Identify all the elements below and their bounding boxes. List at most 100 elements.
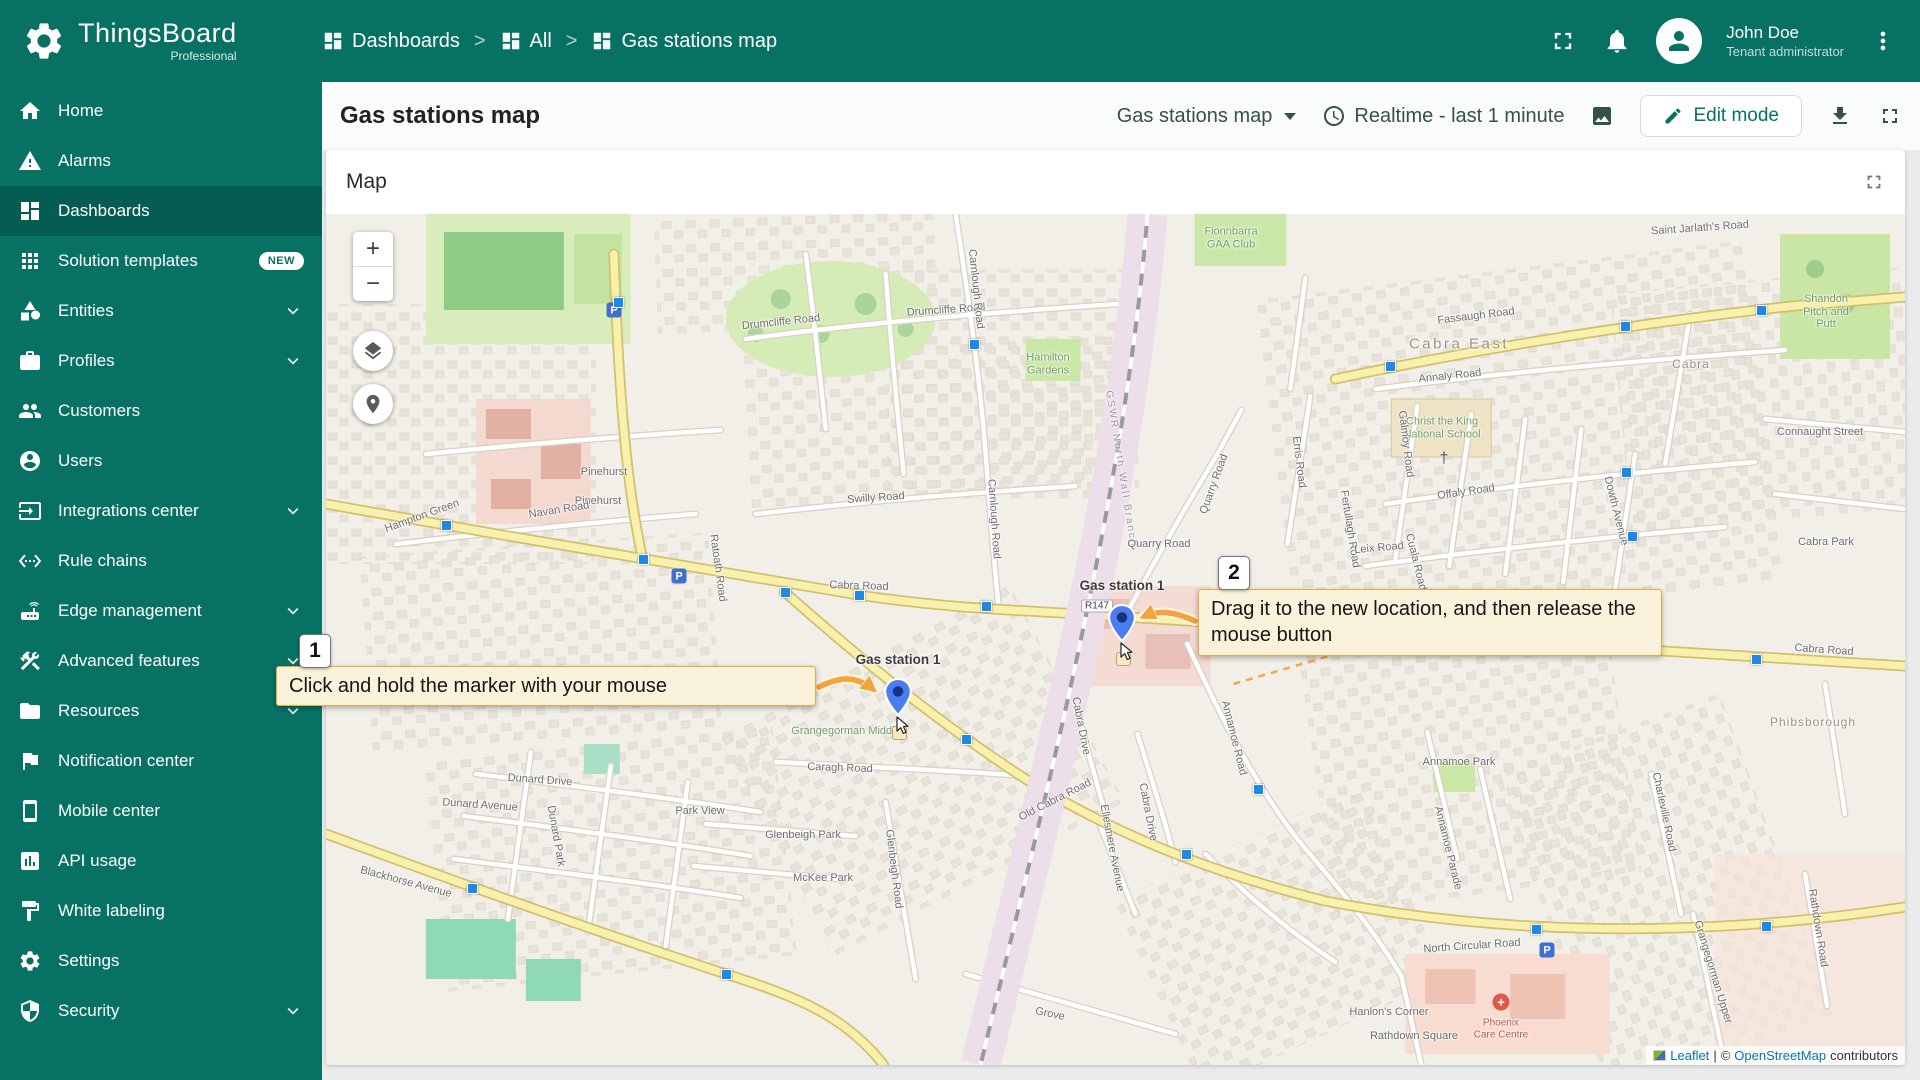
map-vertex-handle[interactable] <box>1180 848 1192 860</box>
sidebar-item-profiles[interactable]: Profiles <box>0 336 322 386</box>
clock-icon <box>1324 106 1345 126</box>
fullscreen-button[interactable] <box>1548 26 1578 56</box>
image-icon <box>1593 107 1612 125</box>
map-vertex-handle[interactable] <box>1626 530 1638 542</box>
new-badge: NEW <box>258 252 304 270</box>
tutorial-step-2-text: Drag it to the new location, and then re… <box>1198 589 1662 656</box>
breadcrumb-label: All <box>529 29 552 52</box>
breadcrumb-item-all[interactable]: All <box>500 30 552 53</box>
map-vertex-handle[interactable] <box>612 296 624 308</box>
map-vertex-handle[interactable] <box>1530 923 1542 935</box>
widget-fullscreen-icon[interactable] <box>1863 171 1885 193</box>
page-title: Gas stations map <box>340 102 541 129</box>
map-vertex-handle[interactable] <box>1384 360 1396 372</box>
map-vertex-handle[interactable] <box>1760 920 1772 932</box>
map-vertex-handle[interactable] <box>1619 320 1631 332</box>
sidebar-item-advanced-features[interactable]: Advanced features <box>0 636 322 686</box>
map-pin-icon <box>366 394 380 414</box>
map-vertex-handle[interactable] <box>720 968 732 980</box>
osm-link[interactable]: OpenStreetMap <box>1734 1048 1826 1063</box>
sidebar-item-alarms[interactable]: Alarms <box>0 136 322 186</box>
dropdown-caret-icon <box>1284 112 1297 120</box>
app-edition: Professional <box>170 49 237 63</box>
attribution-suffix: contributors <box>1830 1048 1898 1063</box>
user-menu[interactable]: John Doe Tenant administrator <box>1726 22 1844 60</box>
map-vertex-handle[interactable] <box>853 589 865 601</box>
sidebar-item-home[interactable]: Home <box>0 86 322 136</box>
widget-title: Map <box>346 170 387 193</box>
sidebar-item-security[interactable]: Security <box>0 986 322 1036</box>
sidebar-item-label: Advanced features <box>58 651 200 670</box>
map-vertex-handle[interactable] <box>1620 466 1632 478</box>
map-vertex-handle[interactable] <box>968 338 980 350</box>
sidebar-item-label: API usage <box>58 851 137 870</box>
drag-cursor-icon <box>1120 642 1133 661</box>
sidebar-item-settings[interactable]: Settings <box>0 936 322 986</box>
sidebar-item-solution-templates[interactable]: Solution templates NEW <box>0 236 322 286</box>
notification-icon <box>23 753 38 770</box>
map-vertex-handle[interactable] <box>960 733 972 745</box>
more-menu-button[interactable] <box>1868 26 1898 56</box>
sidebar-item-users[interactable]: Users <box>0 436 322 486</box>
map-vertex-handle[interactable] <box>440 519 452 531</box>
sidebar-item-api-usage[interactable]: API usage <box>0 836 322 886</box>
sidebar-item-rule-chains[interactable]: Rule chains <box>0 536 322 586</box>
sidebar-item-label: Home <box>58 101 104 120</box>
zoom-in-button[interactable]: + <box>353 232 393 266</box>
whitelabel-icon <box>22 901 39 921</box>
map-vertex-handle[interactable] <box>637 553 649 565</box>
chevron-down-icon <box>287 357 299 365</box>
timewindow-button[interactable]: Realtime - last 1 minute <box>1322 104 1564 128</box>
chevron-down-icon <box>287 1007 299 1015</box>
layers-control[interactable] <box>353 331 393 371</box>
locate-control[interactable] <box>353 384 393 424</box>
dashboard-select[interactable]: Gas stations map <box>1117 105 1297 128</box>
sidebar-nav: Home Alarms Dashboards Solution templates NE… <box>0 86 322 1036</box>
marker-pin-icon <box>884 678 912 716</box>
sidebar-item-entities[interactable]: Entities <box>0 286 322 336</box>
sidebar-item-integrations-center[interactable]: Integrations center <box>0 486 322 536</box>
sidebar-item-resources[interactable]: Resources <box>0 686 322 736</box>
zoom-control: + − <box>353 232 393 301</box>
zoom-out-button[interactable]: − <box>353 267 393 301</box>
marker-pin-icon <box>1108 604 1136 642</box>
notifications-button[interactable] <box>1602 26 1632 56</box>
map-vertex-handle[interactable] <box>980 600 992 612</box>
edit-mode-button[interactable]: Edit mode <box>1640 95 1802 137</box>
bell-icon <box>1607 29 1627 53</box>
api-icon <box>21 852 39 870</box>
sidebar-item-label: Settings <box>58 951 120 970</box>
sidebar-item-label: Users <box>58 451 103 470</box>
sidebar-item-customers[interactable]: Customers <box>0 386 322 436</box>
map-vertex-handle[interactable] <box>466 882 478 894</box>
users-icon <box>20 451 40 471</box>
sidebar-item-mobile-center[interactable]: Mobile center <box>0 786 322 836</box>
sidebar-item-dashboards[interactable]: Dashboards <box>0 186 322 236</box>
sidebar-item-notification-center[interactable]: Notification center <box>0 736 322 786</box>
thingsboard-logo[interactable]: ThingsBoard Professional <box>22 19 322 63</box>
map-vertex-handle[interactable] <box>1755 304 1767 316</box>
map-poi-parking-icon: P <box>1539 942 1555 958</box>
mobile-icon <box>23 800 37 822</box>
map-vertex-handle[interactable] <box>1750 653 1762 665</box>
breadcrumb-item-dashboards[interactable]: Dashboards <box>322 30 460 53</box>
sidebar-item-label: Mobile center <box>58 801 161 820</box>
fullscreen-icon <box>1555 32 1572 50</box>
avatar[interactable] <box>1656 18 1703 64</box>
sidebar-item-edge-management[interactable]: Edge management <box>0 586 322 636</box>
map-vertex-handle[interactable] <box>779 586 791 598</box>
map-vertex-handle[interactable] <box>1252 783 1264 795</box>
leaflet-link[interactable]: Leaflet <box>1670 1048 1709 1063</box>
dashboard-grid-icon <box>324 32 342 50</box>
breadcrumb-item-gas-stations-map[interactable]: Gas stations map <box>591 30 777 53</box>
sidebar-item-label: Customers <box>58 401 141 420</box>
dashboard-fullscreen-button[interactable] <box>1878 104 1902 128</box>
sidebar-item-label: Integrations center <box>58 501 199 520</box>
download-dashboard-button[interactable] <box>1828 104 1852 128</box>
attribution-separator: | <box>1713 1048 1717 1063</box>
dashboard-grid-icon <box>502 32 519 50</box>
map-canvas[interactable]: Fionnbarra GAA Club Drumcliffe Road Drumcl… <box>326 214 1905 1065</box>
edit-mode-label: Edit mode <box>1693 105 1779 126</box>
dashboard-image-button[interactable] <box>1590 104 1614 128</box>
sidebar-item-white-labeling[interactable]: White labeling <box>0 886 322 936</box>
